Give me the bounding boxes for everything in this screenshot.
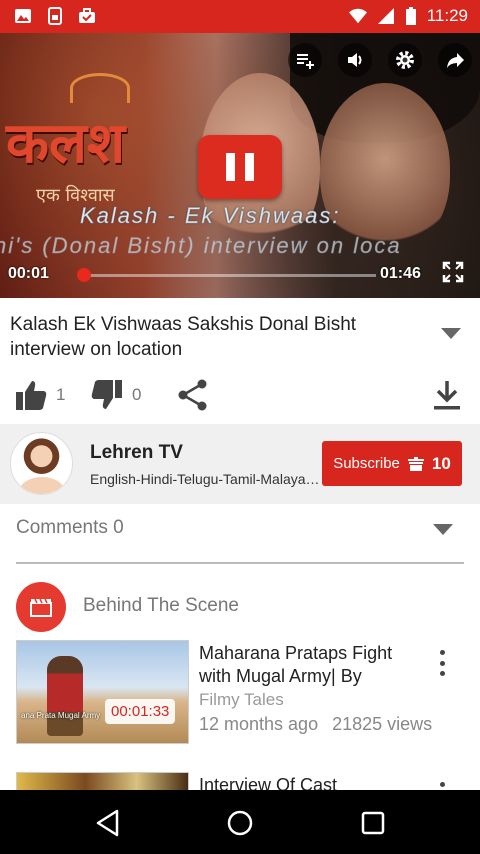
add-to-playlist-button[interactable] [288, 43, 322, 77]
signal-icon [377, 8, 394, 24]
battery-icon [405, 7, 416, 25]
share-video-button[interactable] [438, 43, 472, 77]
add-to-playlist-icon [297, 54, 314, 69]
channel-avatar[interactable] [10, 432, 73, 495]
related-video-thumbnail[interactable]: ana Prata Mugal Army 00:01:33 [16, 640, 189, 744]
status-bar: 11:29 [0, 0, 480, 33]
video-duration-badge: 00:01:33 [105, 699, 176, 724]
like-count: 1 [56, 385, 66, 404]
video-actions: 1 0 [0, 378, 480, 422]
pause-button[interactable] [198, 135, 282, 199]
more-options-icon[interactable] [434, 650, 450, 676]
volume-button[interactable] [338, 43, 372, 77]
divider [16, 562, 464, 564]
related-video-views: 21825 views [332, 714, 433, 734]
video-title: Kalash Ek Vishwaas Sakshis Donal Bisht i… [10, 314, 357, 360]
download-button[interactable] [432, 378, 462, 412]
gallery-icon [15, 9, 31, 23]
show-logo: कलश [6, 110, 126, 176]
expand-comments-icon[interactable] [432, 522, 454, 536]
player-top-controls [288, 43, 472, 77]
channel-description: English-Hindi-Telugu-Tamil-Malayalam [90, 471, 322, 487]
thumbs-up-icon [16, 381, 47, 410]
video-caption-line-1: Kalash - Ek Vishwaas: [80, 203, 341, 229]
related-video-item[interactable]: ana Prata Mugal Army 00:01:33 Maharana P… [16, 640, 464, 750]
show-logo-crest [70, 73, 130, 103]
thumbs-down-icon [91, 380, 122, 409]
fullscreen-icon[interactable] [442, 261, 464, 283]
thumbnail-caption: ana Prata Mugal Army [21, 711, 101, 720]
total-duration: 01:46 [380, 265, 421, 282]
channel-row[interactable]: Lehren TV English-Hindi-Telugu-Tamil-Mal… [0, 424, 480, 504]
volume-icon [348, 53, 362, 67]
seek-bar[interactable] [77, 268, 376, 282]
video-player[interactable]: कलश एक विश्वास Kalash - Ek Vishwaas: hi'… [0, 33, 480, 298]
share-icon [447, 53, 464, 68]
seek-bar-handle[interactable] [77, 268, 91, 282]
video-caption-line-2: hi's (Donal Bisht) interview on loca [0, 233, 402, 259]
clapperboard-icon [30, 598, 52, 617]
channel-name[interactable]: Lehren TV [90, 442, 183, 464]
subscribe-label: Subscribe [333, 455, 400, 472]
related-video-meta: 12 months ago 21825 views [199, 714, 432, 735]
settings-icon [396, 51, 414, 69]
playlist-title: Behind The Scene [83, 595, 239, 616]
back-icon[interactable] [93, 808, 123, 838]
related-video-title[interactable]: Maharana Prataps Fight with Mugal Army| … [199, 642, 424, 688]
download-icon [434, 381, 460, 410]
subscriber-count: 10 [431, 453, 451, 473]
wifi-icon [348, 8, 367, 24]
briefcase-icon [79, 8, 95, 23]
settings-button[interactable] [388, 43, 422, 77]
like-button[interactable]: 1 [14, 378, 65, 412]
navigation-bar [0, 790, 480, 854]
pause-icon [226, 153, 235, 181]
home-icon[interactable] [225, 808, 255, 838]
share-nodes-icon [178, 379, 207, 411]
subscribe-button[interactable]: Subscribe 10 [322, 441, 462, 486]
share-button[interactable] [176, 378, 210, 412]
screen-lock-icon [48, 7, 62, 25]
comments-header[interactable]: Comments 0 [16, 517, 124, 539]
expand-description-icon[interactable] [440, 326, 462, 340]
related-video-age: 12 months ago [199, 714, 319, 734]
recents-icon[interactable] [358, 808, 388, 838]
subscribers-icon [407, 456, 424, 471]
related-video-channel: Filmy Tales [199, 690, 284, 709]
playlist-badge [16, 582, 66, 632]
current-time: 00:01 [8, 265, 49, 282]
dislike-button[interactable]: 0 [90, 378, 141, 412]
dislike-count: 0 [132, 385, 142, 404]
status-time: 11:29 [426, 6, 468, 25]
